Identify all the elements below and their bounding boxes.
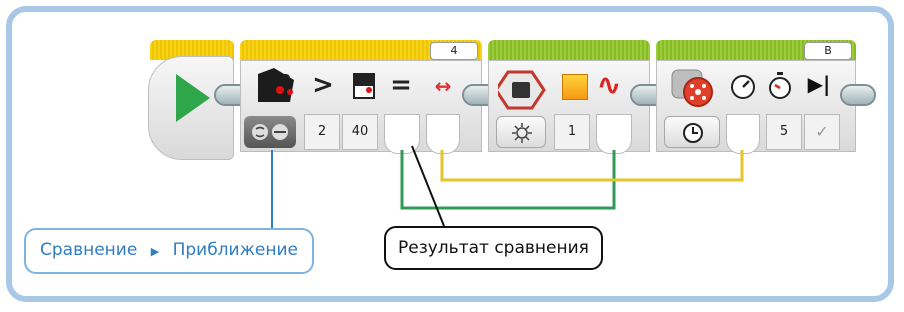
comparison-mode-name: Приближение: [172, 240, 298, 260]
result-pointer-line: [411, 145, 445, 227]
comparison-prefix: Сравнение: [40, 240, 138, 260]
result-label: Результат сравнения: [384, 226, 603, 270]
sensor-wire: [440, 150, 744, 182]
chevron-right-icon: ▶: [150, 245, 160, 258]
comparison-mode-label: Сравнение ▶ Приближение: [24, 228, 314, 274]
